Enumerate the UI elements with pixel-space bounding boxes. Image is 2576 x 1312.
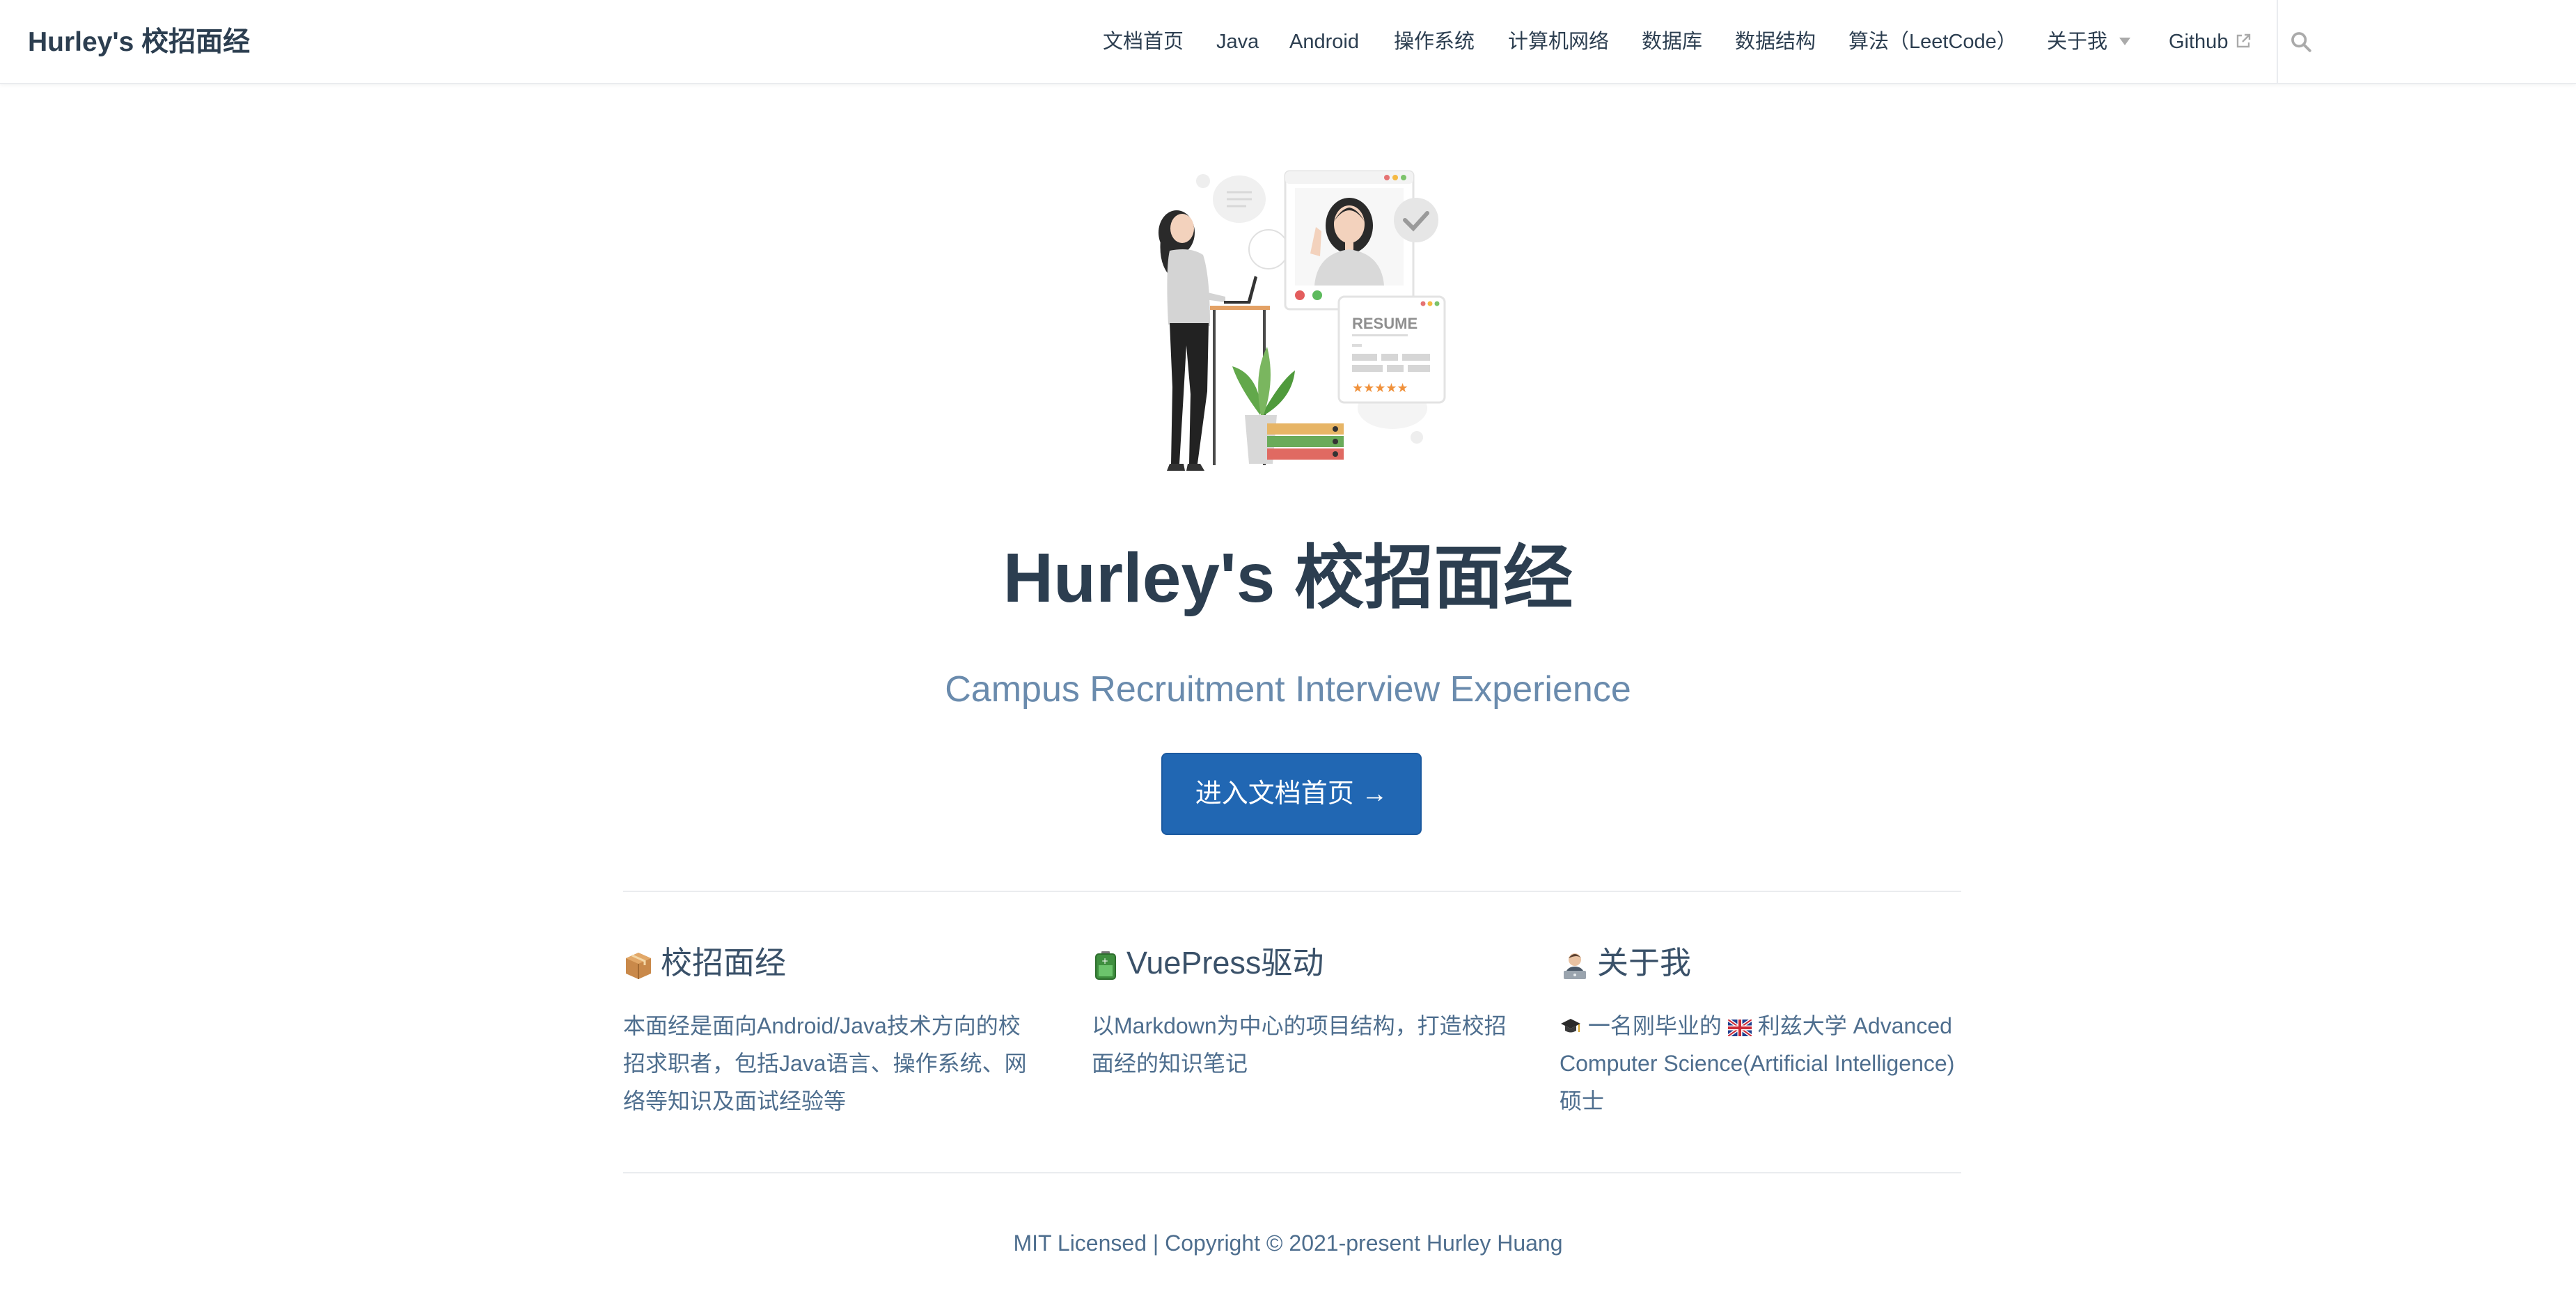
feature-title-text: VuePress驱动 [1126,945,1324,981]
nav-item-data-structure[interactable]: 数据结构 [1735,0,1816,84]
external-link-icon [2236,33,2251,48]
nav-item-algorithm[interactable]: 算法（LeetCode） [1848,0,2017,84]
search-box[interactable] [2278,0,2382,84]
navbar: Hurley's 校招面经 文档首页 Java Android 操作系统 计算机… [0,0,2576,84]
resume-text: RESUME [1352,315,1417,332]
feature-title: + VuePress驱动 [1092,939,1509,987]
package-icon [626,953,651,980]
nav-item-database[interactable]: 数据库 [1642,0,1702,84]
hero-title: Hurley's 校招面经 [1003,539,1573,617]
uk-flag-icon [1727,1020,1752,1036]
enter-docs-button[interactable]: 进入文档首页 → [1161,753,1422,835]
nav-item-docs-home[interactable]: 文档首页 [1103,0,1184,84]
caret-down-icon[interactable] [2119,38,2130,45]
hero-illustration: RESUME ★★★★★ [1159,170,1446,471]
feature-campus-interview: 校招面经 本面经是面向Android/Java技术方向的校招求职者，包括Java… [623,939,1041,1120]
divider-top [623,891,1961,892]
nav-item-android[interactable]: Android [1289,0,1359,84]
technologist-icon [1564,953,1586,980]
nav-links: 文档首页 Java Android 操作系统 计算机网络 数据库 数据结构 算法… [0,0,2576,84]
search-icon[interactable] [2289,30,2313,54]
battery-icon: + [1095,951,1116,981]
nav-item-github[interactable]: Github [2169,0,2228,84]
nav-item-about[interactable]: 关于我 [2047,0,2107,84]
svg-text:★★★★★: ★★★★★ [1352,381,1408,396]
feature-title: 关于我 [1560,939,1963,987]
about-prefix: 一名刚毕业的 [1587,1013,1722,1038]
nav-item-network[interactable]: 计算机网络 [1508,0,1609,84]
hero-description: Campus Recruitment Interview Experience [945,669,1631,710]
feature-title-text: 关于我 [1597,945,1692,981]
divider-bottom [623,1172,1961,1173]
svg-text:+: + [1101,956,1108,966]
feature-description: 一名刚毕业的 利兹大学 Advanced Computer Science(Ar… [1560,1007,1963,1120]
feature-vuepress: + VuePress驱动 以Markdown为中心的项目结构，打造校招面经的知识… [1092,939,1509,1082]
feature-description: 本面经是面向Android/Java技术方向的校招求职者，包括Java语言、操作… [623,1013,1027,1114]
feature-title-text: 校招面经 [661,945,787,981]
feature-about-me: 关于我 一名刚毕业的 利兹大学 Advanced Computer Scienc… [1560,939,1963,1120]
nav-item-os[interactable]: 操作系统 [1394,0,1475,84]
feature-description: 以Markdown为中心的项目结构，打造校招面经的知识笔记 [1092,1013,1507,1076]
nav-item-java[interactable]: Java [1216,0,1259,84]
graduation-cap-icon [1561,1019,1580,1033]
footer: MIT Licensed | Copyright © 2021-present … [1013,1231,1563,1256]
feature-title: 校招面经 [623,939,1041,987]
